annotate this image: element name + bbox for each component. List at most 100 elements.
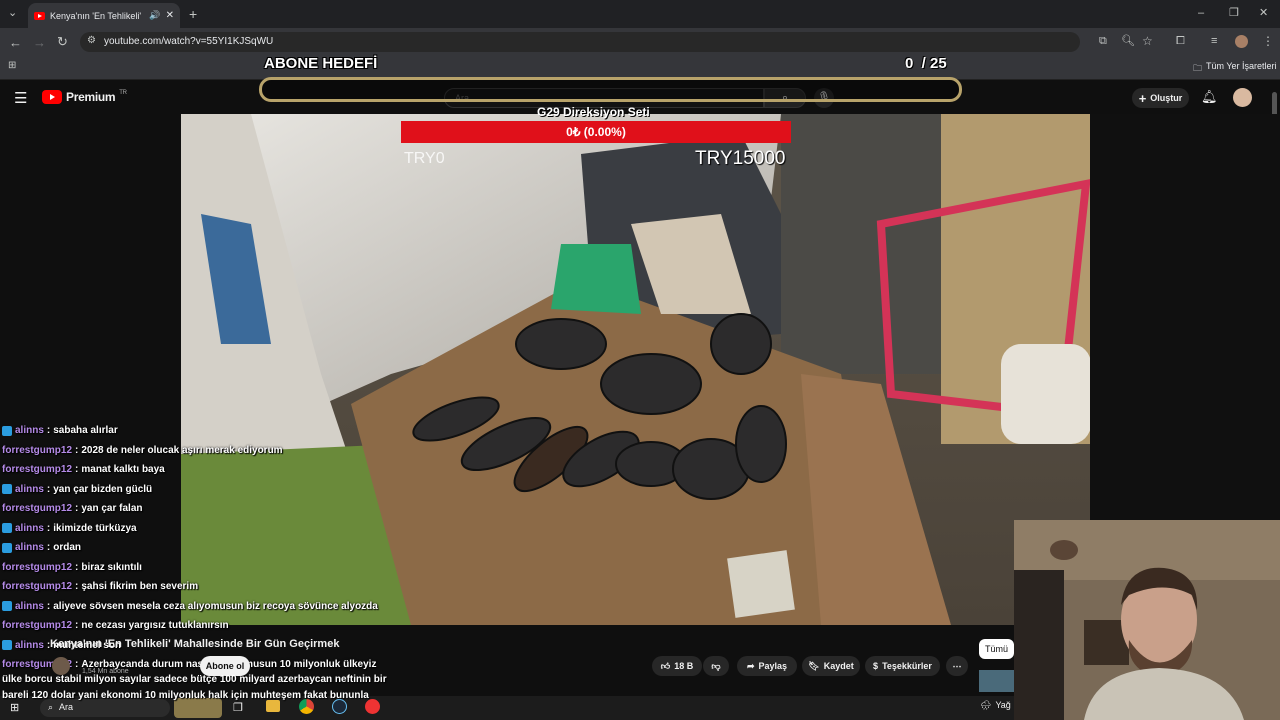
chat-badge-icon <box>2 542 12 553</box>
chat-message: forrestgump12:2028 de neler olucak aşırı… <box>2 441 422 461</box>
video-title-text: Kenya'nın 'En Tehlikeli' Mahallesinde Bi… <box>50 638 340 650</box>
share-icon: ➦ <box>746 660 755 671</box>
youtube-play-icon <box>42 90 62 104</box>
browser-tab[interactable]: Kenya'nın 'En Tehlikeli' Mah 🔊 ✕ <box>28 3 180 28</box>
chat-username: forrestgump12 <box>2 581 73 593</box>
thanks-icon: $ <box>873 661 879 671</box>
webcam-frame <box>1014 520 1280 720</box>
related-video-thumbnail[interactable] <box>979 670 1014 692</box>
weather-text: Yağ <box>995 700 1011 710</box>
chat-username: forrestgump12 <box>2 503 73 515</box>
chat-username: forrestgump12 <box>2 464 73 476</box>
thanks-button[interactable]: $ Teşekkürler <box>865 656 940 676</box>
weather-icon: 🌧︎ <box>980 700 992 710</box>
bookmark-star-icon[interactable]: ☆ <box>1142 35 1153 47</box>
dislike-button[interactable]: 👎︎ <box>703 656 729 676</box>
subscriber-goal-count: 0 / 25 <box>905 55 947 72</box>
chat-message: forrestgump12: manat kalktı baya <box>2 460 422 480</box>
save-label: Kaydet <box>823 661 854 671</box>
minimize-icon[interactable]: – <box>1198 8 1204 19</box>
related-videos-column <box>1090 114 1280 520</box>
donation-progress-bar: 0₺ (0.00%) <box>401 121 791 143</box>
chat-text: sabaha alırlar <box>53 425 118 437</box>
chat-username: alinns <box>15 483 44 495</box>
chat-separator: : <box>75 620 79 632</box>
zoom-icon[interactable]: 🔍︎ <box>1121 36 1135 47</box>
new-tab-icon[interactable]: + <box>189 7 197 21</box>
all-filter-label: Tümü <box>984 644 1008 654</box>
logo-text: Premium <box>66 90 116 104</box>
like-count: 18 B <box>674 661 694 671</box>
chat-username: alinns <box>15 542 44 554</box>
thumbs-down-icon: 👎︎ <box>711 660 721 671</box>
chat-badge-icon <box>2 601 12 612</box>
cast-icon[interactable]: ⧉ <box>1099 36 1107 47</box>
extensions-icon[interactable]: ⧠ <box>1176 36 1185 47</box>
chat-username: forrestgump12 <box>2 620 73 632</box>
chat-long-message: ülke borcu stabil milyon sayılar sadece … <box>2 674 387 701</box>
save-button[interactable]: 🔖︎ Kaydet <box>802 656 860 676</box>
tab-close-icon[interactable]: ✕ <box>166 10 174 21</box>
chat-separator: : <box>46 483 51 495</box>
chat-message: alinns: yan çar bizden güclü <box>2 480 422 500</box>
notifications-bell-icon[interactable]: 🔔︎ <box>1201 89 1218 105</box>
chat-username: alinns <box>15 522 44 534</box>
forward-icon[interactable]: → <box>33 36 46 49</box>
weather-widget[interactable]: 🌧︎ Yağ <box>980 700 1011 711</box>
subscribe-label: Abone ol <box>205 661 245 671</box>
speaker-icon[interactable]: 🔊 <box>149 10 160 21</box>
chat-separator: : <box>46 600 51 612</box>
chat-separator: : <box>46 542 51 554</box>
chat-text: şahsi fikrim ben severim <box>81 581 199 593</box>
save-icon: 🔖︎ <box>808 660 820 671</box>
chat-username: alinns <box>15 639 44 651</box>
chat-text: ordan <box>53 542 82 554</box>
thanks-label: Teşekkürler <box>882 661 932 671</box>
profile-avatar[interactable] <box>1235 35 1248 48</box>
media-queue-icon[interactable]: ≡ <box>1211 36 1217 47</box>
chat-separator: : <box>46 425 51 437</box>
window-close-icon[interactable]: ✕ <box>1259 8 1268 19</box>
url-field[interactable]: youtube.com/watch?v=55YI1KJSqWU <box>80 32 1080 52</box>
chat-badge-icon <box>2 484 12 495</box>
chat-text: biraz sıkıntılı <box>81 561 142 573</box>
plus-icon: + <box>1138 90 1147 106</box>
apps-grid-icon[interactable]: ⊞ <box>8 61 16 71</box>
more-icon: ⋯ <box>952 660 962 671</box>
logo-region: TR <box>119 90 127 96</box>
like-button[interactable]: 👍︎ 18 B <box>652 656 702 676</box>
chat-username: alinns <box>15 425 44 437</box>
chat-message: alinns: sabaha alırlar <box>2 421 422 441</box>
youtube-favicon-icon <box>34 11 45 20</box>
youtube-logo[interactable]: Premium TR <box>42 90 127 104</box>
chat-text: yan çar bizden güclü <box>53 483 153 495</box>
reload-icon[interactable]: ↻ <box>57 35 68 48</box>
hamburger-menu-icon[interactable]: ☰ <box>14 89 27 107</box>
subscriber-goal-title: ABONE HEDEFİ <box>264 55 378 72</box>
chat-separator: : <box>75 659 79 671</box>
account-avatar[interactable] <box>1233 88 1252 107</box>
chat-text: ne cezası yargısız tutuklanırsın <box>81 620 229 632</box>
chat-message: alinns: ikimizde türküzya <box>2 519 422 539</box>
tab-search-icon[interactable]: ⌄ <box>8 8 17 19</box>
subscriber-goal-bar <box>259 77 962 102</box>
site-info-icon[interactable]: ⚙ <box>87 36 96 46</box>
chat-username: forrestgump12 <box>2 561 73 573</box>
back-icon[interactable]: ← <box>9 36 22 49</box>
restore-icon[interactable]: ❐ <box>1229 8 1239 19</box>
more-actions-button[interactable]: ⋯ <box>946 656 968 676</box>
chat-message: forrestgump12: ne cezası yargısız tutukla… <box>2 616 422 636</box>
chat-separator: : <box>75 444 79 456</box>
chat-message: alinns: ordan <box>2 538 422 558</box>
donation-start-label: TRY0 <box>404 150 445 167</box>
all-bookmarks-button[interactable]: 🗀 Tüm Yer İşaretleri <box>1193 61 1277 77</box>
chrome-menu-icon[interactable]: ⋮ <box>1262 35 1274 47</box>
share-label: Paylaş <box>758 661 788 671</box>
share-button[interactable]: ➦ Paylaş <box>737 656 797 676</box>
url-text: youtube.com/watch?v=55YI1KJSqWU <box>104 36 274 47</box>
chat-badge-icon <box>2 425 12 436</box>
chat-username: alinns <box>15 600 44 612</box>
all-filter-chip[interactable]: Tümü <box>979 639 1014 659</box>
donation-goal-label: TRY15000 <box>695 148 786 169</box>
create-button[interactable]: + Oluştur <box>1132 88 1189 108</box>
